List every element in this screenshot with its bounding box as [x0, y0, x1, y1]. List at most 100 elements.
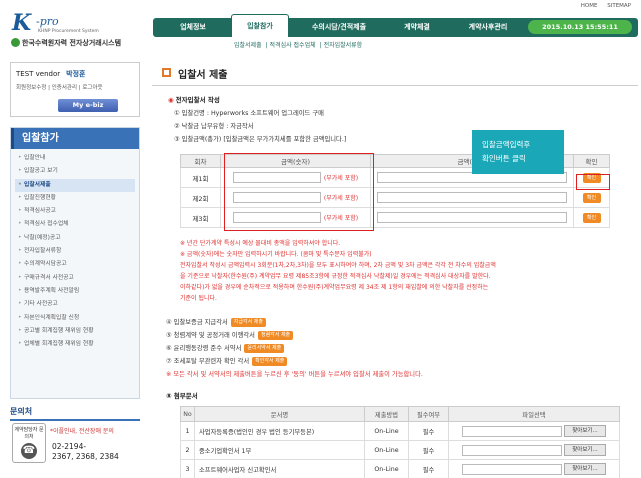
attachments-table: No 문서명 제출방법 필수여부 파일선택 1 사업자등록증(법인인 경우 법인 … — [180, 406, 620, 478]
sidebar-item[interactable]: 용역발주계획 사전알림 — [15, 285, 135, 299]
pledge-item: ⑥ 윤리행동강령 준수 서약서 윤리서약서 제출 — [166, 342, 423, 355]
pledge-submit-button[interactable]: 지급각서 제출 — [230, 317, 266, 327]
col-method: 제출방법 — [364, 406, 409, 422]
sidebar-item[interactable]: 수의계약시담공고 — [15, 258, 135, 272]
highlight-amount-inputs — [224, 153, 374, 231]
amount-text-input[interactable] — [377, 192, 567, 203]
sidenav-title: 입찰참가 — [11, 128, 139, 149]
logo[interactable]: K -pro KHNP Procurement System 한국수력원자력 전… — [10, 12, 160, 52]
page-title: 입찰서 제출 — [178, 70, 228, 81]
subnav-bid-submit[interactable]: 입찰서제출 — [234, 42, 262, 49]
doc-required: 필수 — [408, 421, 449, 441]
vendor-name: TEST vendor — [16, 70, 61, 78]
col-confirm: 확인 — [573, 154, 610, 168]
sidebar-item[interactable]: 적격심사 접수업체 — [15, 218, 135, 232]
pledge-item: ⑦ 조세포탈 무관련자 확인 각서 확인각서 제출 — [166, 355, 423, 368]
confirm-button[interactable]: 확인 — [582, 212, 601, 223]
sidebar-item[interactable]: 적격심사공고 — [15, 205, 135, 219]
tab-contract[interactable]: 계약체결 — [385, 18, 449, 37]
contact-box: 문의처 계약담당자 문의처 ☎ *이플인내, 전산장애 문의 02-2194- 2… — [10, 406, 140, 478]
pledge-label: ⑥ 윤리행동강령 준수 서약서 — [166, 345, 242, 352]
browse-button[interactable]: 찾아보기... — [564, 463, 606, 475]
col-no: No — [180, 406, 195, 422]
doc-rows: 1 사업자등록증(법인인 경우 법인 등기부등본) On-Line 필수 찾아보기...… — [180, 421, 620, 478]
doc-no: 3 — [180, 459, 195, 478]
page-title-bar: 입찰서 제출 — [152, 60, 638, 86]
table-row: 1 사업자등록증(법인인 경우 법인 등기부등본) On-Line 필수 찾아보기... — [180, 421, 620, 441]
bid-amount-line: ③ 입찰금액(총가) [입찰금액은 부가가치세를 포함한 금액입니다.] — [174, 136, 347, 143]
tab-negotiation[interactable]: 수의시담/견적제출 — [293, 18, 385, 37]
doc-no: 1 — [180, 421, 195, 441]
sidebar-item[interactable]: 업체별 회계집행 재위임 현황 — [15, 338, 135, 352]
doc-no: 2 — [180, 440, 195, 460]
tab-company-info[interactable]: 업체정보 — [157, 18, 229, 37]
sidebar-item[interactable]: 자본인식계획입찰 신청 — [15, 312, 135, 326]
highlight-confirm-button — [576, 174, 610, 190]
file-path-input[interactable] — [462, 444, 562, 456]
sidebar-item[interactable]: 공고별 회계집행 재위임 현황 — [15, 325, 135, 339]
confirm-button[interactable]: 확인 — [582, 192, 601, 203]
browse-button[interactable]: 찾아보기... — [564, 425, 606, 437]
phone-icon: ☎ — [21, 443, 37, 459]
person-name: 박정훈 — [66, 70, 86, 78]
contact-number-line: 2367, 2368, 2384 — [52, 452, 119, 461]
pledge-submit-button[interactable]: 윤리서약서 제출 — [244, 343, 285, 353]
amount-text-input[interactable] — [377, 212, 567, 223]
logo-k: K — [12, 10, 32, 36]
sidebar-item[interactable]: 전자입찰서류함 — [15, 245, 135, 259]
sidebar-item[interactable]: 입찰진행현황 — [15, 192, 135, 206]
col-file: 파일선택 — [448, 406, 620, 422]
global-nav: 업체정보 입찰참가 수의시담/견적제출 계약체결 계약사후관리 2015.10.… — [153, 14, 638, 37]
logo-subtitle: KHNP Procurement System — [38, 29, 99, 34]
bid-confirm-cell: 확인 — [573, 207, 610, 228]
sidebar-item[interactable]: 기타 사전공고 — [15, 298, 135, 312]
subnav-docbox[interactable]: 전자입찰서류함 — [324, 42, 363, 49]
browse-button[interactable]: 찾아보기... — [564, 444, 606, 456]
col-required: 필수여부 — [408, 406, 449, 422]
bid-name-line: ① 입찰건명 : Hyperworks 소프트웨어 업그레이드 구매 — [174, 110, 324, 117]
instruction-tooltip: 입찰금액입력후 확인버튼 클릭 — [472, 130, 564, 174]
my-ebiz-button[interactable]: My e-biz — [58, 99, 118, 112]
sidebar-item[interactable]: 구매규격서 사전공고 — [15, 272, 135, 286]
home-link[interactable]: HOME — [581, 3, 598, 9]
contact-number-line: 02-2194- — [52, 442, 87, 451]
sitemap-link[interactable]: SITEMAP — [607, 3, 631, 9]
subnav-qualified[interactable]: 적격심사 접수업체 — [270, 42, 316, 49]
bid-round: 제2회 — [180, 187, 221, 208]
tab-bid-participation[interactable]: 입찰참가 — [231, 14, 289, 37]
doc-name: 소프트웨어사업자 신고확인서 — [194, 459, 365, 478]
sidebar-item[interactable]: 입찰안내 — [15, 152, 135, 166]
pledge-label: ④ 입찰보증금 지급각서 — [166, 319, 228, 326]
tab-post-contract[interactable]: 계약사후관리 — [449, 18, 527, 37]
bullet-icon: ◉ — [168, 96, 174, 104]
note-line: ※ 금액(숫자)에는 숫자만 입력하시기 바랍니다. (콤마 및 특수문자 입력… — [180, 251, 372, 258]
bid-amount-text-cell — [370, 207, 574, 228]
note-line: 전자입찰서 작성시 금액입력시 3회분(1차,2차,3차)을 모두 표시하여야 … — [180, 262, 496, 269]
pledge-submit-button[interactable]: 확인각서 제출 — [252, 356, 288, 366]
contact-icon-label: 계약담당자 문의처 — [14, 427, 44, 440]
doc-required: 필수 — [408, 459, 449, 478]
tooltip-line: 입찰금액입력후 — [482, 140, 531, 149]
note-line: ※ 년간 단가계약 특성시 예상 물대비 총액을 입력하셔야 합니다. — [180, 240, 341, 247]
sidebar-item[interactable]: 낙찰(예정)공고 — [15, 232, 135, 246]
user-links[interactable]: 회원정보수정 | 인증서관리 | 로그아웃 — [16, 83, 103, 91]
sidebar-item[interactable]: 입찰서제출 — [15, 178, 135, 192]
pledge-label: ⑤ 청렴계약 및 공정거래 이행각서 — [166, 332, 255, 339]
bid-notes: ※ 년간 단가계약 특성시 예상 물대비 총액을 입력하셔야 합니다. ※ 금액(… — [180, 238, 620, 304]
col-doc-name: 문서명 — [194, 406, 365, 422]
sidebar-item[interactable]: 입찰공고 보기 — [15, 165, 135, 179]
doc-name: 중소기업확인서 1부 — [194, 440, 365, 460]
doc-file-cell: 찾아보기... — [448, 421, 620, 441]
contact-icon-box[interactable]: 계약담당자 문의처 ☎ — [12, 423, 46, 463]
pledge-item: ④ 입찰보증금 지급각서 지급각서 제출 — [166, 316, 423, 329]
contact-title: 문의처 — [10, 406, 140, 421]
file-path-input[interactable] — [462, 425, 562, 437]
pledge-submit-button[interactable]: 청렴각서 제출 — [257, 330, 294, 340]
payment-type-line: ② 낙찰금 납부유형 : 자금작서 — [174, 123, 254, 130]
table-row: 2 중소기업확인서 1부 On-Line 필수 찾아보기... — [180, 440, 620, 460]
file-path-input[interactable] — [462, 463, 562, 475]
section2-heading: ⑧ 첨부문서 — [166, 392, 198, 400]
doc-file-cell: 찾아보기... — [448, 440, 620, 460]
col-round: 회차 — [180, 154, 221, 168]
doc-method: On-Line — [364, 440, 409, 460]
